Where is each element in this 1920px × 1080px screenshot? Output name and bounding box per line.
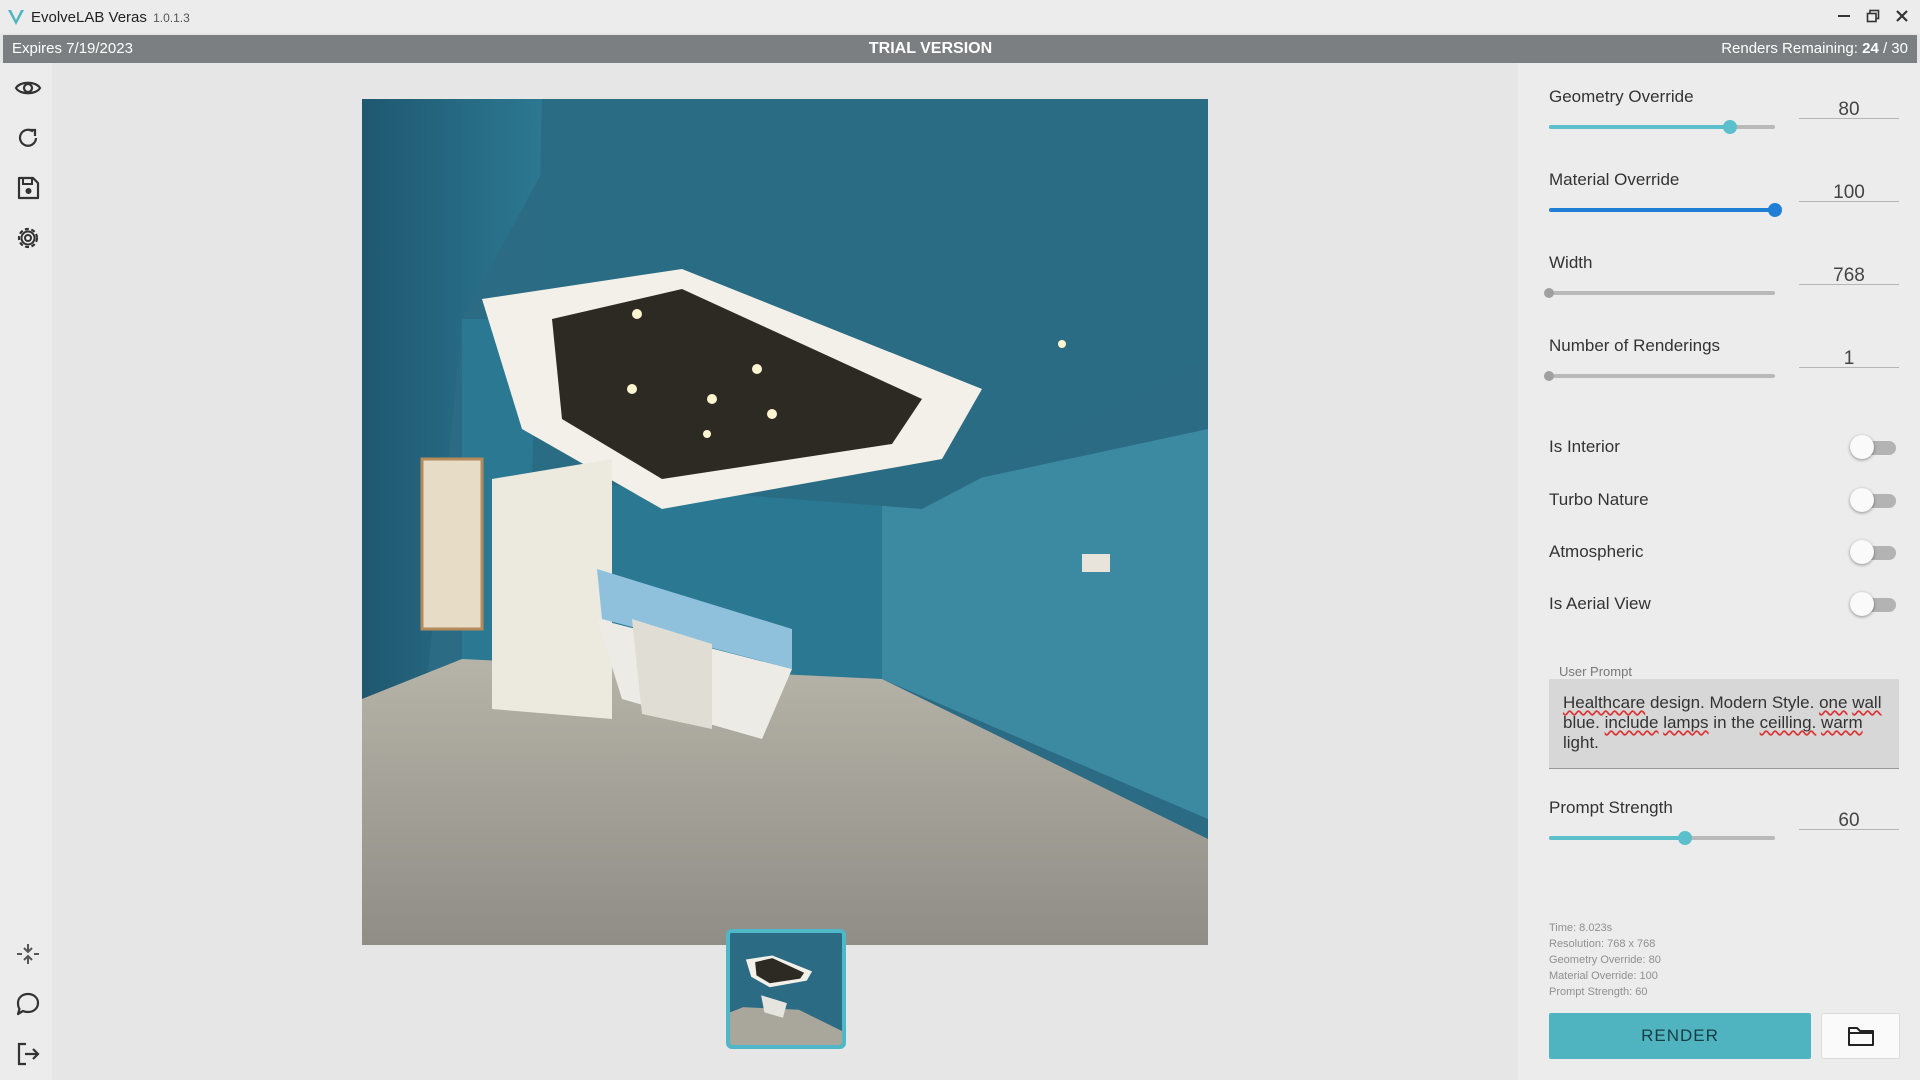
toggle-turbo-nature: Turbo Nature	[1549, 486, 1898, 514]
app-version: 1.0.1.3	[153, 11, 190, 25]
render-material-override: Material Override: 100	[1549, 970, 1658, 982]
minimize-icon	[1838, 15, 1850, 17]
material-override-knob[interactable]	[1768, 203, 1782, 217]
user-prompt-label: User Prompt	[1559, 664, 1632, 679]
is-interior-switch[interactable]	[1850, 435, 1898, 459]
preview-button[interactable]	[12, 72, 44, 104]
misspelled-word: one	[1819, 693, 1848, 712]
misspelled-word: lamps	[1663, 713, 1709, 732]
app-name: EvolveLAB Veras	[31, 9, 147, 26]
renders-remaining-count: 24	[1862, 40, 1879, 57]
toggle-thumb	[1850, 540, 1874, 564]
width-value[interactable]: 768	[1799, 255, 1899, 286]
material-override-fill	[1549, 208, 1775, 212]
toggle-thumb	[1850, 488, 1874, 512]
collapse-button[interactable]	[12, 938, 44, 970]
width-control: Width 768	[1544, 253, 1899, 298]
rendered-image	[362, 99, 1208, 945]
chat-icon	[16, 992, 40, 1016]
logout-button[interactable]	[12, 1038, 44, 1070]
eye-icon	[14, 81, 42, 95]
geometry-override-fill	[1549, 125, 1730, 129]
render-resolution: Resolution: 768 x 768	[1549, 938, 1656, 950]
title-bar: EvolveLAB Veras 1.0.1.3	[0, 0, 1920, 33]
material-override-slider[interactable]	[1549, 203, 1782, 217]
renders-remaining-label: Renders Remaining:	[1721, 40, 1858, 57]
toggle-atmospheric: Atmospheric	[1549, 538, 1898, 566]
trial-bar: Expires 7/19/2023 TRIAL VERSION Renders …	[3, 35, 1917, 63]
settings-panel: Geometry Override 80 Material Override 1…	[1518, 63, 1920, 1080]
minimize-button[interactable]	[1832, 5, 1856, 27]
turbo-nature-switch[interactable]	[1850, 488, 1898, 512]
num-renderings-knob[interactable]	[1544, 371, 1554, 381]
save-icon	[17, 176, 40, 200]
toggle-is-aerial-view: Is Aerial View	[1549, 590, 1898, 618]
geometry-override-slider[interactable]	[1549, 120, 1775, 134]
prompt-strength-control: Prompt Strength 60	[1549, 798, 1899, 845]
width-slider[interactable]	[1544, 288, 1775, 298]
left-toolbar	[0, 63, 52, 1080]
restore-button[interactable]	[1861, 5, 1885, 27]
toggle-thumb	[1850, 435, 1874, 459]
geometry-override-value[interactable]: 80	[1799, 89, 1899, 120]
settings-button[interactable]	[12, 222, 44, 254]
prompt-strength-value[interactable]: 60	[1799, 800, 1899, 831]
save-button[interactable]	[12, 172, 44, 204]
close-button[interactable]	[1890, 5, 1914, 27]
folder-icon	[1847, 1027, 1874, 1046]
misspelled-word: wall	[1852, 693, 1882, 712]
render-thumbnail[interactable]	[726, 929, 846, 1049]
is-interior-label: Is Interior	[1549, 437, 1620, 456]
turbo-nature-label: Turbo Nature	[1549, 490, 1649, 509]
is-aerial-view-switch[interactable]	[1850, 592, 1898, 616]
atmospheric-switch[interactable]	[1850, 540, 1898, 564]
geometry-override-knob[interactable]	[1722, 120, 1737, 134]
is-aerial-view-label: Is Aerial View	[1549, 594, 1651, 613]
prompt-strength-knob[interactable]	[1677, 831, 1692, 845]
render-prompt-strength: Prompt Strength: 60	[1549, 986, 1648, 998]
trial-title: TRIAL VERSION	[868, 40, 993, 57]
misspelled-word: Healthcare	[1563, 693, 1646, 712]
close-icon	[1896, 10, 1908, 22]
num-renderings-value[interactable]: 1	[1799, 338, 1899, 369]
atmospheric-label: Atmospheric	[1549, 542, 1644, 561]
refresh-button[interactable]	[12, 122, 44, 154]
render-geometry-override: Geometry Override: 80	[1549, 954, 1661, 966]
logout-icon	[17, 1042, 40, 1066]
num-renderings-slider[interactable]	[1544, 371, 1775, 381]
render-button[interactable]: RENDER	[1549, 1013, 1811, 1059]
restore-icon	[1866, 9, 1880, 23]
user-prompt-textarea[interactable]: Healthcare design. Modern Style. one wal…	[1549, 679, 1899, 769]
feedback-button[interactable]	[12, 988, 44, 1020]
open-folder-button[interactable]	[1821, 1013, 1900, 1059]
window-title: EvolveLAB Veras 1.0.1.3	[31, 9, 190, 26]
misspelled-word: ceilling.	[1759, 713, 1817, 732]
toggle-thumb	[1850, 592, 1874, 616]
render-info: Time: 8.023s Resolution: 768 x 768 Geome…	[1549, 920, 1661, 1000]
prompt-strength-slider[interactable]	[1549, 831, 1775, 845]
thumbnail-image	[730, 933, 842, 1045]
renders-remaining: Renders Remaining: 24 / 30	[1721, 40, 1908, 57]
width-knob[interactable]	[1544, 288, 1554, 298]
toggle-is-interior: Is Interior	[1549, 433, 1898, 461]
material-override-control: Material Override 100	[1549, 170, 1899, 217]
misspelled-word: include	[1604, 713, 1659, 732]
geometry-override-control: Geometry Override 80	[1549, 87, 1899, 134]
misspelled-word: warm	[1821, 713, 1863, 732]
refresh-icon	[18, 128, 38, 147]
num-renderings-control: Number of Renderings 1	[1544, 336, 1899, 381]
collapse-icon	[17, 944, 39, 964]
renders-total: / 30	[1882, 40, 1908, 57]
material-override-value[interactable]: 100	[1799, 172, 1899, 203]
gear-icon	[17, 227, 39, 249]
hospital-room-render	[362, 99, 1208, 945]
render-time: Time: 8.023s	[1549, 922, 1613, 934]
veras-logo-icon	[8, 10, 24, 25]
prompt-strength-fill	[1549, 836, 1685, 840]
